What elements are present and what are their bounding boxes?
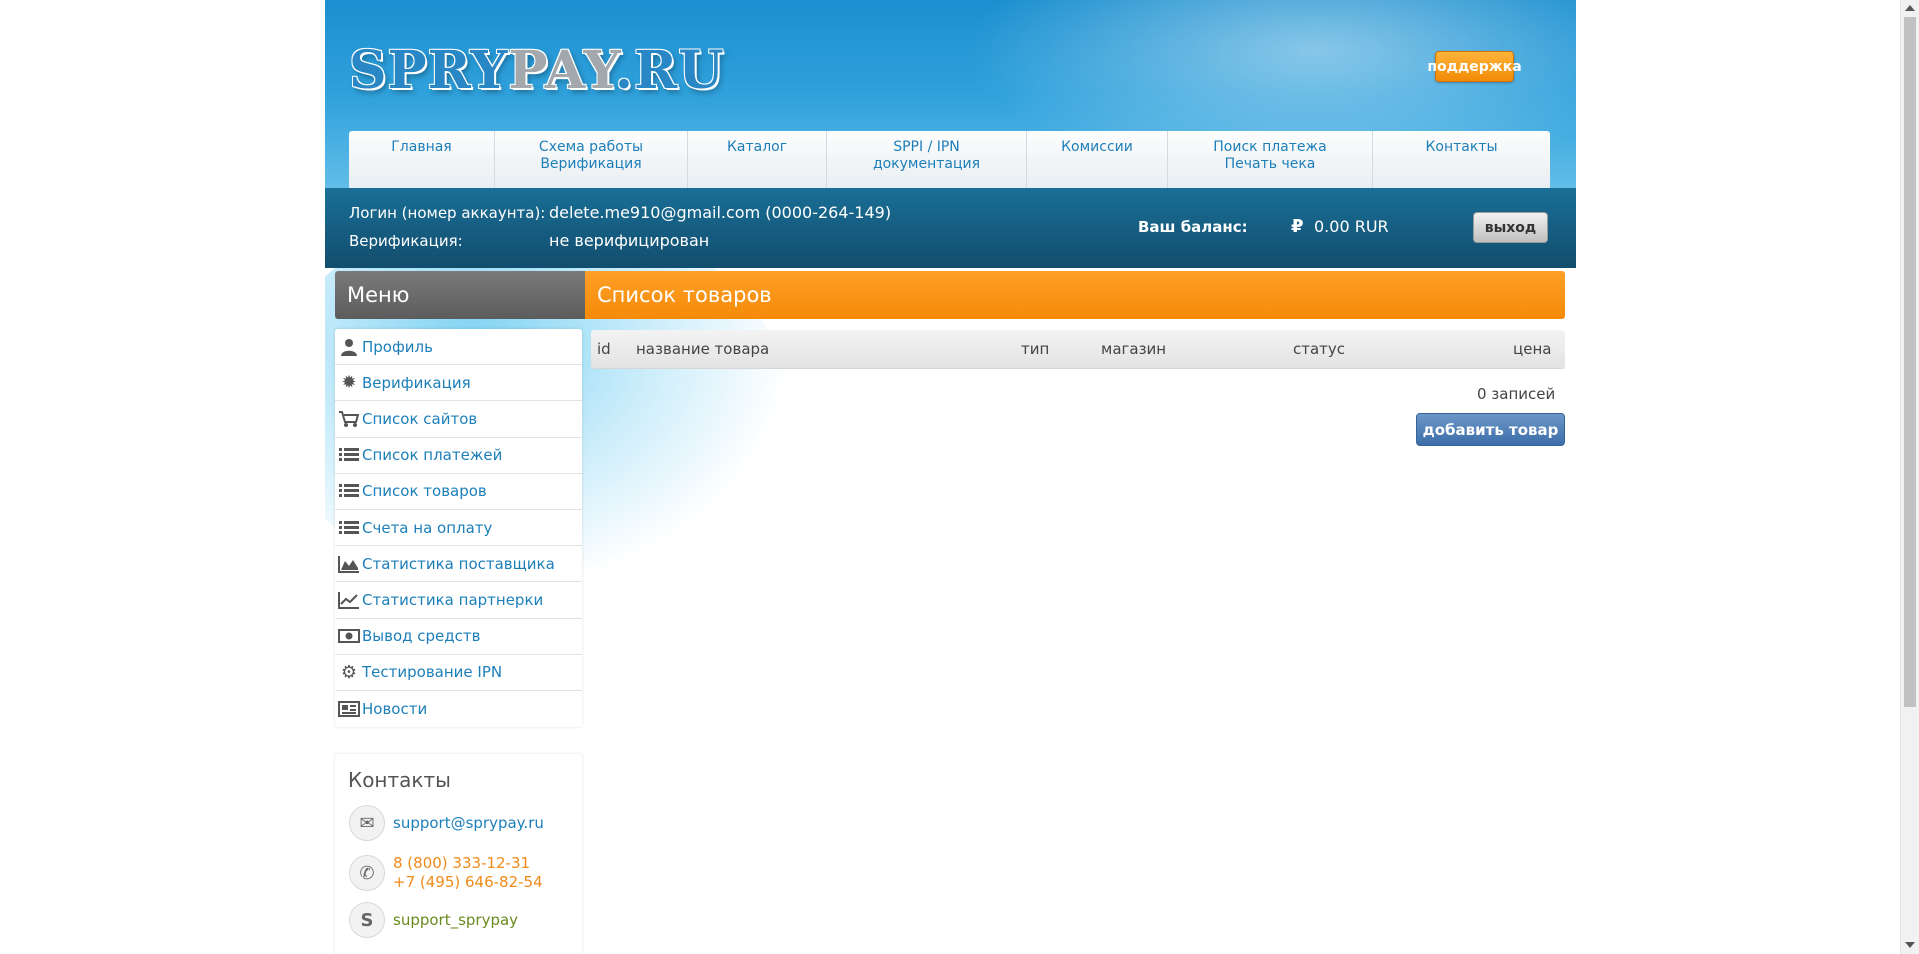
nav-item-sppi-ipn[interactable]: SPPI / IPN документация: [827, 131, 1027, 188]
user-icon: [336, 336, 362, 358]
sidebar-item-verification[interactable]: ✹ Верификация: [335, 365, 582, 402]
balance-value: 0.00 RUR: [1314, 217, 1389, 236]
login-label: Логин (номер аккаунта):: [349, 204, 546, 222]
gears-icon: ⚙: [340, 661, 358, 683]
verification-value: не верифицирован: [549, 231, 710, 250]
page: SPRYPAY.RU поддержка Главная Схема работ…: [325, 0, 1576, 954]
logo[interactable]: SPRYPAY.RU: [349, 40, 725, 101]
column-shop[interactable]: магазин: [1101, 340, 1166, 358]
nav-item-home[interactable]: Главная: [349, 131, 495, 188]
products-table-header: id название товара тип магазин статус це…: [591, 330, 1565, 369]
sidebar-item-profile[interactable]: Профиль: [335, 329, 582, 366]
menu-title: Меню: [335, 271, 593, 319]
sidebar-item-news[interactable]: Новости: [335, 691, 582, 727]
cart-icon: [336, 408, 362, 430]
money-icon: [336, 625, 362, 647]
column-price[interactable]: цена: [1513, 340, 1551, 358]
sidebar-item-withdraw[interactable]: Вывод средств: [335, 619, 582, 655]
login-value: delete.me910@gmail.com (0000-264-149): [549, 203, 892, 222]
column-status[interactable]: статус: [1293, 340, 1345, 358]
list-icon: [336, 517, 362, 539]
add-product-button[interactable]: добавить товар: [1416, 413, 1565, 446]
contact-phone-1: 8 (800) 333-12-31: [393, 854, 531, 872]
scroll-down-icon[interactable]: [1905, 942, 1915, 948]
page-title: Список товаров: [585, 271, 1565, 319]
sidebar-item-supplier-stats[interactable]: Статистика поставщика: [335, 546, 582, 583]
nav-item-commissions[interactable]: Комиссии: [1027, 131, 1168, 188]
sidebar-item-invoices[interactable]: Счета на оплату: [335, 510, 582, 547]
column-name[interactable]: название товара: [636, 340, 769, 358]
nav-item-catalog[interactable]: Каталог: [688, 131, 827, 188]
contacts-panel: Контакты ✉ support@sprypay.ru ✆ 8 (800) …: [335, 754, 582, 954]
column-type[interactable]: тип: [1021, 340, 1049, 358]
scroll-thumb[interactable]: [1904, 17, 1916, 707]
contacts-title: Контакты: [348, 768, 451, 792]
phone-icon: ✆: [349, 855, 385, 891]
verification-label: Верификация:: [349, 232, 463, 250]
contact-skype[interactable]: support_sprypay: [393, 911, 518, 929]
ruble-icon: ₽: [1291, 216, 1304, 237]
main-nav: Главная Схема работы Верификация Каталог …: [349, 131, 1550, 188]
logout-button[interactable]: выход: [1473, 212, 1548, 243]
sidebar-item-products[interactable]: Список товаров: [335, 474, 582, 510]
line-chart-icon: [336, 589, 362, 611]
nav-item-scheme[interactable]: Схема работы Верификация: [495, 131, 688, 188]
scroll-up-icon[interactable]: [1905, 5, 1915, 11]
sidebar-item-sites[interactable]: Список сайтов: [335, 401, 582, 438]
records-count: 0 записей: [1477, 385, 1556, 403]
sidebar-menu: Профиль ✹ Верификация Список сайтов Спис…: [335, 329, 582, 728]
sidebar-item-ipn-testing[interactable]: ⚙ Тестирование IPN: [335, 655, 582, 691]
badge-icon: ✹: [341, 372, 357, 394]
nav-item-payment-search[interactable]: Поиск платежа Печать чека: [1168, 131, 1373, 188]
contact-phone-2: +7 (495) 646-82-54: [393, 873, 543, 891]
column-id[interactable]: id: [597, 340, 611, 358]
skype-icon: S: [349, 902, 385, 938]
sidebar-item-partner-stats[interactable]: Статистика партнерки: [335, 582, 582, 619]
nav-item-contacts[interactable]: Контакты: [1373, 131, 1550, 188]
contact-email[interactable]: support@sprypay.ru: [393, 814, 544, 832]
mail-icon: ✉: [349, 805, 385, 841]
support-button[interactable]: поддержка: [1427, 51, 1522, 82]
balance-label: Ваш баланс:: [1138, 218, 1248, 236]
list-icon: [336, 480, 362, 502]
newspaper-icon: [336, 698, 362, 720]
sidebar-item-payments[interactable]: Список платежей: [335, 438, 582, 474]
scrollbar[interactable]: [1900, 0, 1919, 954]
area-chart-icon: [336, 553, 362, 575]
list-icon: [336, 444, 362, 466]
